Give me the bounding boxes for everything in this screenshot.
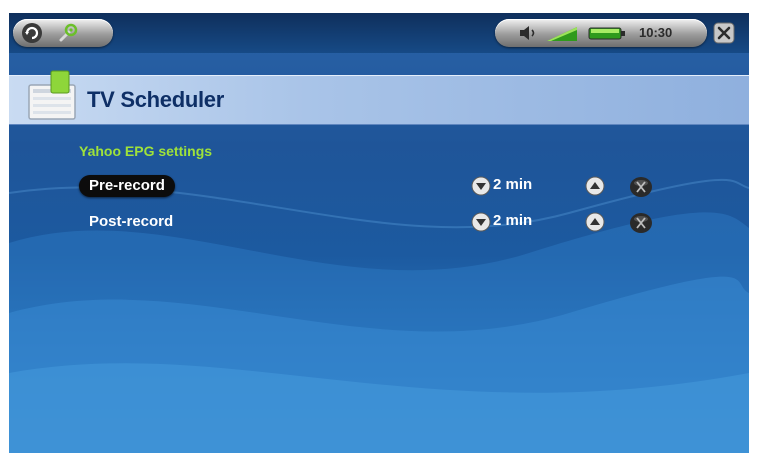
clock-time: 10:30 bbox=[639, 25, 673, 40]
setting-row-post-record[interactable]: Post-record 2 min bbox=[9, 209, 749, 235]
setting-value: 2 min bbox=[493, 212, 533, 229]
page-title: TV Scheduler bbox=[87, 87, 224, 112]
device-screen: 10:30 TV Scheduler Yahoo EPG settings Pr… bbox=[9, 13, 749, 453]
speaker-icon bbox=[520, 26, 535, 40]
status-bar: 10:30 bbox=[9, 13, 749, 53]
settings-icon[interactable] bbox=[57, 22, 79, 44]
reset-icon[interactable] bbox=[629, 176, 653, 198]
increase-icon[interactable] bbox=[585, 212, 605, 232]
decrease-icon[interactable] bbox=[471, 212, 491, 232]
section-title: Yahoo EPG settings bbox=[79, 143, 213, 159]
status-pill-left bbox=[13, 19, 113, 47]
setting-label[interactable]: Post-record bbox=[79, 211, 183, 233]
increase-icon[interactable] bbox=[585, 176, 605, 196]
setting-label[interactable]: Pre-record bbox=[79, 175, 175, 197]
reset-icon[interactable] bbox=[629, 212, 653, 234]
close-icon[interactable] bbox=[713, 22, 735, 44]
decrease-icon[interactable] bbox=[471, 176, 491, 196]
setting-value: 2 min bbox=[493, 176, 533, 193]
refresh-icon[interactable] bbox=[21, 22, 43, 44]
status-pill-right: 10:30 bbox=[495, 19, 707, 47]
setting-row-pre-record[interactable]: Pre-record 2 min bbox=[9, 173, 749, 199]
tv-scheduler-icon bbox=[28, 70, 76, 120]
signal-icon bbox=[547, 27, 577, 41]
battery-icon bbox=[588, 27, 625, 40]
